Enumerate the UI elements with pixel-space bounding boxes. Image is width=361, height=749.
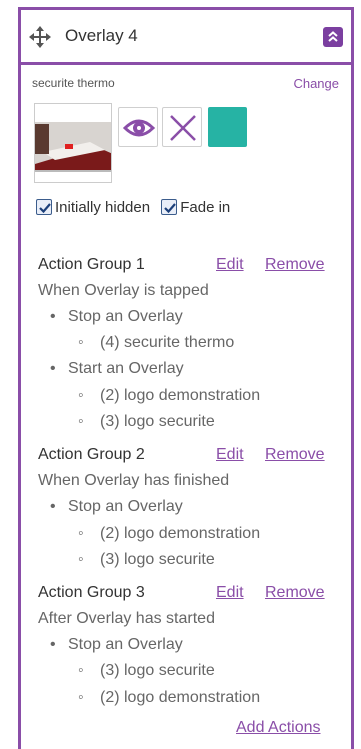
remove-overlay-button[interactable] [162, 107, 202, 147]
action-item: Stop an Overlay [50, 498, 183, 516]
action-item: Stop an Overlay [50, 308, 183, 326]
action-group-trigger: When Overlay is tapped [38, 282, 209, 299]
action-group-edit-link[interactable]: Edit [216, 446, 244, 464]
initially-hidden-checkbox[interactable] [36, 199, 52, 215]
action-target: (3) logo securite [78, 662, 215, 680]
chevron-up-icon [328, 31, 338, 42]
media-thumbnail [34, 103, 112, 183]
change-link[interactable]: Change [293, 76, 339, 91]
check-icon [164, 203, 177, 214]
action-group-title: Action Group 1 [38, 256, 145, 273]
media-row: securite thermo Change [32, 76, 339, 92]
action-group-edit-link[interactable]: Edit [216, 584, 244, 602]
initially-hidden-label: Initially hidden [55, 199, 151, 216]
check-icon [39, 203, 51, 214]
action-group-trigger: When Overlay has finished [38, 472, 230, 489]
options-row: Initially hidden Fade in [36, 199, 230, 216]
action-group-title: Action Group 2 [38, 446, 145, 463]
action-group-remove-link[interactable]: Remove [265, 584, 325, 602]
action-item: Start an Overlay [50, 360, 184, 378]
visibility-button[interactable] [118, 107, 158, 147]
action-target: (3) logo securite [78, 551, 215, 569]
add-actions-link[interactable]: Add Actions [236, 719, 321, 737]
eye-icon [122, 119, 156, 137]
collapse-button[interactable] [323, 27, 343, 47]
fade-in-checkbox[interactable] [161, 199, 178, 215]
action-group-title: Action Group 3 [38, 584, 145, 601]
action-group-edit-link[interactable]: Edit [216, 256, 244, 274]
action-group-trigger: After Overlay has started [38, 610, 215, 627]
media-name: securite thermo [32, 76, 115, 90]
action-target: (4) securite thermo [78, 334, 234, 352]
action-target: (2) logo demonstration [78, 525, 260, 543]
close-icon [170, 115, 196, 141]
fade-in-label: Fade in [180, 199, 231, 216]
color-swatch[interactable] [208, 107, 247, 147]
action-item: Stop an Overlay [50, 636, 183, 654]
panel-header: Overlay 4 [21, 10, 351, 65]
overlay-title: Overlay 4 [65, 26, 138, 45]
action-group-remove-link[interactable]: Remove [265, 256, 325, 274]
action-target: (2) logo demonstration [78, 387, 260, 405]
action-target: (2) logo demonstration [78, 689, 260, 707]
action-target: (3) logo securite [78, 413, 215, 431]
action-group-remove-link[interactable]: Remove [265, 446, 325, 464]
move-icon[interactable] [28, 25, 52, 49]
